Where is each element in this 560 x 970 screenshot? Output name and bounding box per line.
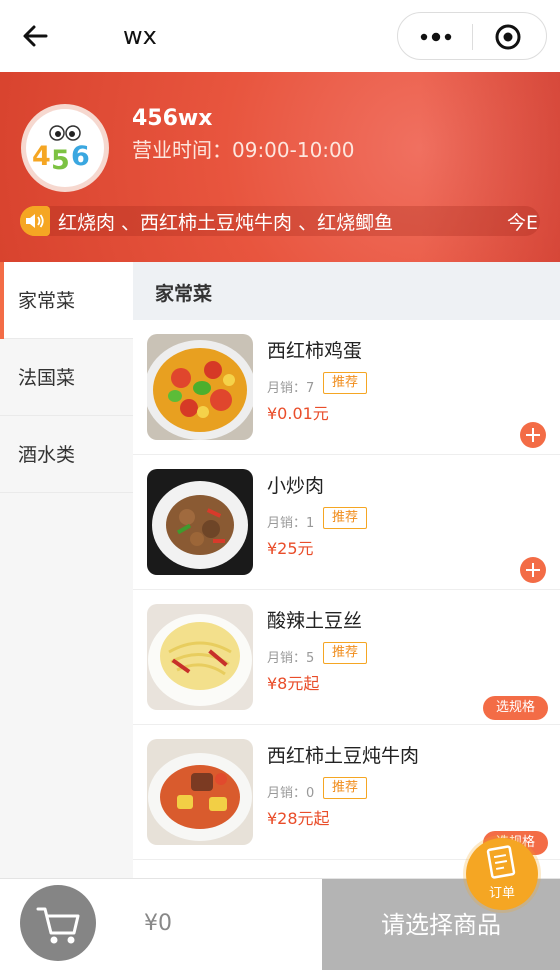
add-to-cart-button[interactable] <box>520 422 546 448</box>
product-price: ¥8元起 <box>267 674 320 693</box>
product-price: ¥28元起 <box>267 809 330 828</box>
section-title: 家常菜 <box>155 283 213 305</box>
product-name: 西红柿土豆炖牛肉 <box>267 745 420 767</box>
notice-text-continued: 今E <box>506 212 538 234</box>
svg-text:5: 5 <box>51 145 70 176</box>
capsule-divider <box>472 24 473 50</box>
recommend-tag: 推荐 <box>323 777 368 799</box>
monthly-sales: 月销：0 <box>267 786 315 801</box>
more-dots-icon[interactable] <box>418 27 454 47</box>
monthly-sales: 月销：1 <box>267 516 315 531</box>
cart-button[interactable] <box>20 885 96 961</box>
category-label: 家常菜 <box>18 290 76 312</box>
svg-text:4: 4 <box>32 141 51 172</box>
recommend-tag: 推荐 <box>323 372 368 394</box>
product-name: 西红柿鸡蛋 <box>267 340 363 362</box>
category-item-french[interactable]: 法国菜 <box>0 339 133 416</box>
product-name: 小炒肉 <box>267 475 325 497</box>
section-header: 家常菜 <box>133 262 560 320</box>
category-item-drinks[interactable]: 酒水类 <box>0 416 133 493</box>
order-list-icon <box>486 845 516 879</box>
notice-bar[interactable]: 红烧肉 、西红柿土豆炖牛肉 、红烧鲫鱼 今E <box>20 206 540 236</box>
cart-total: ¥0 <box>144 911 172 936</box>
potato-shreds-dish-icon <box>147 604 253 710</box>
stir-fried-pork-dish-icon <box>147 469 253 575</box>
order-label: 订单 <box>488 886 515 901</box>
category-label: 酒水类 <box>18 444 76 466</box>
recommend-tag: 推荐 <box>323 507 368 529</box>
tomato-egg-dish-icon <box>147 334 253 440</box>
product-price: ¥25元 <box>267 539 314 558</box>
notice-text: 红烧肉 、西红柿土豆炖牛肉 、红烧鲫鱼 <box>58 212 394 234</box>
recommend-tag: 推荐 <box>323 642 368 664</box>
product-image <box>147 469 253 575</box>
product-image <box>147 739 253 845</box>
product-image <box>147 334 253 440</box>
shopping-cart-icon <box>36 907 80 944</box>
miniprogram-capsule <box>397 12 547 60</box>
category-sidebar: 家常菜 法国菜 酒水类 <box>0 262 133 878</box>
app-root: wx 4 5 6 456wx 营业时间：09:00-10:00 红烧肉 、西红柿… <box>0 0 560 970</box>
business-hours: 营业时间：09:00-10:00 <box>132 138 355 162</box>
monthly-sales: 月销：7 <box>267 381 315 396</box>
product-name: 酸辣土豆丝 <box>267 610 363 632</box>
logo-image: 4 5 6 <box>26 109 104 187</box>
category-label: 法国菜 <box>18 367 76 389</box>
nav-bar: wx <box>0 0 560 72</box>
product-list: 家常菜 西红柿鸡蛋 月销：7 推荐 ¥0.01元 小炒肉 月销：1 推荐 ¥25… <box>133 262 560 878</box>
product-item[interactable]: 酸辣土豆丝 月销：5 推荐 ¥8元起 选规格 <box>133 590 560 725</box>
product-item[interactable]: 西红柿鸡蛋 月销：7 推荐 ¥0.01元 <box>133 320 560 455</box>
monthly-sales: 月销：5 <box>267 651 315 666</box>
category-item-homestyle[interactable]: 家常菜 <box>0 262 133 339</box>
logo-456-icon: 4 5 6 <box>32 125 90 176</box>
order-button[interactable]: 订单 <box>466 838 538 910</box>
shop-header: 4 5 6 456wx 营业时间：09:00-10:00 红烧肉 、西红柿土豆炖… <box>0 72 560 262</box>
nav-title: wx <box>123 22 157 50</box>
shop-logo: 4 5 6 <box>21 104 109 192</box>
svg-text:6: 6 <box>71 141 90 172</box>
close-target-icon[interactable] <box>494 23 522 51</box>
product-price: ¥0.01元 <box>267 404 329 423</box>
shop-name: 456wx <box>132 106 213 131</box>
speaker-icon <box>20 206 50 236</box>
product-image <box>147 604 253 710</box>
beef-stew-dish-icon <box>147 739 253 845</box>
product-item[interactable]: 小炒肉 月销：1 推荐 ¥25元 <box>133 455 560 590</box>
back-arrow-icon[interactable] <box>18 18 54 54</box>
select-spec-button[interactable]: 选规格 <box>483 696 548 720</box>
add-to-cart-button[interactable] <box>520 557 546 583</box>
